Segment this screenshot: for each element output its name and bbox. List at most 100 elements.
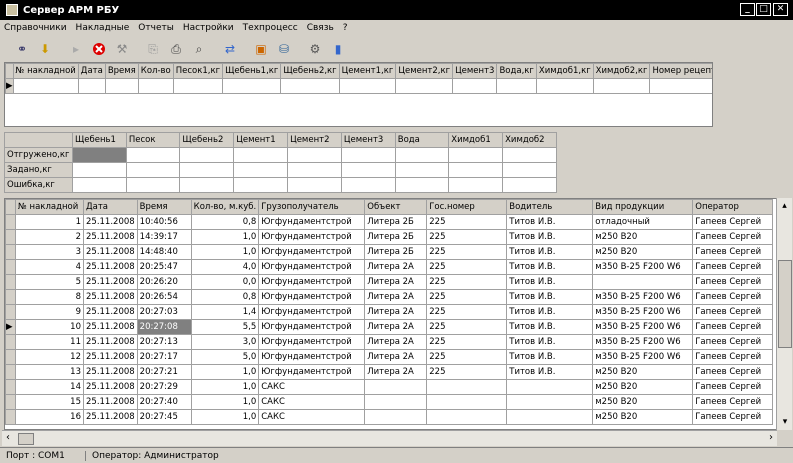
grid-cell[interactable]: Литера 2А xyxy=(364,289,428,305)
grid-cell[interactable]: Гапеев Сергей xyxy=(692,334,774,350)
grid-cell[interactable]: Югфундаментстрой xyxy=(258,364,366,380)
grid-cell[interactable] xyxy=(71,162,127,178)
grid-cell[interactable]: 10:40:56 xyxy=(136,214,192,230)
grid-cell[interactable]: Югфундаментстрой xyxy=(258,334,366,350)
grid-cell[interactable]: 20:27:21 xyxy=(136,364,192,380)
settings-icon[interactable]: ⚙ xyxy=(305,39,325,59)
grid-cell[interactable] xyxy=(426,379,508,395)
grid-cell[interactable] xyxy=(222,78,282,94)
grid-cell[interactable]: Югфундаментстрой xyxy=(258,319,366,335)
grid-cell[interactable]: САКС xyxy=(258,409,366,425)
grid-cell[interactable]: 14:48:40 xyxy=(136,244,192,260)
grid-cell[interactable]: 225 xyxy=(426,364,508,380)
grid-cell[interactable]: 20:27:08 xyxy=(136,319,192,335)
scroll-right-icon[interactable]: › xyxy=(769,432,773,443)
table-row[interactable]: 14 25.11.2008 20:27:29 1,0 САКС м250 В20 Гапее… xyxy=(5,379,774,395)
grid-cell[interactable] xyxy=(426,409,508,425)
menu-item-2[interactable]: Отчеты xyxy=(138,23,174,33)
grid-cell[interactable]: м250 В20 xyxy=(592,409,694,425)
grid-cell[interactable]: Гапеев Сергей xyxy=(692,244,774,260)
table-row[interactable]: 11 25.11.2008 20:27:13 3,0 Югфундаментстрой Л… xyxy=(5,334,774,350)
grid-cell[interactable]: м350 В-25 F200 W6 xyxy=(592,289,694,305)
grid-cell[interactable] xyxy=(340,147,396,163)
grid-cell[interactable] xyxy=(452,78,498,94)
grid-cell[interactable] xyxy=(502,177,557,193)
grid-cell[interactable]: 8 xyxy=(15,289,84,305)
menu-item-0[interactable]: Справочники xyxy=(4,23,67,33)
grid-cell[interactable] xyxy=(448,147,504,163)
grid-cell[interactable] xyxy=(364,379,428,395)
grid-cell[interactable]: Литера 2А xyxy=(364,334,428,350)
grid-cell[interactable]: 20:27:40 xyxy=(136,394,192,410)
table-row[interactable]: ▶ 10 25.11.2008 20:27:08 5,5 Югфундаментстрой… xyxy=(5,319,774,335)
grid-cell[interactable]: 20:27:03 xyxy=(136,304,192,320)
grid-cell[interactable]: 25.11.2008 xyxy=(83,289,138,305)
grid-cell[interactable]: Литера 2А xyxy=(364,259,428,275)
scroll-down-icon[interactable]: ▾ xyxy=(777,414,793,430)
grid-cell[interactable]: 225 xyxy=(426,244,508,260)
grid-cell[interactable]: 25.11.2008 xyxy=(83,394,138,410)
grid-cell[interactable]: 25.11.2008 xyxy=(83,319,138,335)
grid-cell[interactable]: 25.11.2008 xyxy=(83,409,138,425)
grid-cell[interactable]: 10 xyxy=(15,319,84,335)
grid-cell[interactable]: 3,0 xyxy=(190,334,260,350)
download-icon[interactable]: ⬇ xyxy=(35,39,55,59)
grid-cell[interactable]: 14 xyxy=(15,379,84,395)
grid-cell[interactable]: 25.11.2008 xyxy=(83,334,138,350)
grid-cell[interactable]: 1,0 xyxy=(190,244,260,260)
grid-cell[interactable] xyxy=(364,409,428,425)
grid-cell[interactable]: Литера 2А xyxy=(364,364,428,380)
grid-cell[interactable]: Гапеев Сергей xyxy=(692,364,774,380)
grid-cell[interactable]: Литера 2А xyxy=(364,304,428,320)
grid-cell[interactable] xyxy=(172,78,224,94)
scroll-up-icon[interactable]: ▴ xyxy=(777,198,792,214)
table-row[interactable]: 4 25.11.2008 20:25:47 4,0 Югфундаментстрой Ли… xyxy=(5,259,774,275)
grid-cell[interactable] xyxy=(125,147,181,163)
grid-cell[interactable]: Титов И.В. xyxy=(506,244,594,260)
grid-cell[interactable] xyxy=(287,177,342,193)
grid-cell[interactable] xyxy=(179,162,235,178)
grid-cell[interactable]: Гапеев Сергей xyxy=(692,259,774,275)
grid-cell[interactable] xyxy=(233,147,289,163)
grid-cell[interactable] xyxy=(340,162,396,178)
grid-cell[interactable]: Литера 2А xyxy=(364,274,428,290)
grid-cell[interactable]: 1,0 xyxy=(190,409,260,425)
table-row[interactable]: 8 25.11.2008 20:26:54 0,8 Югфундаментстрой Ли… xyxy=(5,289,774,305)
grid-cell[interactable]: Титов И.В. xyxy=(506,229,594,245)
grid-cell[interactable]: 16 xyxy=(15,409,84,425)
grid-cell[interactable]: Югфундаментстрой xyxy=(258,289,366,305)
grid-cell[interactable]: 3 xyxy=(15,244,84,260)
scroll-left-icon[interactable]: ‹ xyxy=(6,432,10,443)
grid-cell[interactable]: 25.11.2008 xyxy=(83,244,138,260)
table-row[interactable]: 16 25.11.2008 20:27:45 1,0 САКС м250 В20 Гапее… xyxy=(5,409,774,425)
grid-cell[interactable]: 20:25:47 xyxy=(136,259,192,275)
grid-cell[interactable] xyxy=(426,394,508,410)
grid-cell[interactable]: 20:26:54 xyxy=(136,289,192,305)
menu-item-5[interactable]: Связь xyxy=(307,23,334,33)
table-row[interactable]: 2 25.11.2008 14:39:17 1,0 Югфундаментстрой Ли… xyxy=(5,229,774,245)
grid-cell[interactable]: Югфундаментстрой xyxy=(258,274,366,290)
table-row[interactable]: 13 25.11.2008 20:27:21 1,0 Югфундаментстрой Л… xyxy=(5,364,774,380)
grid-cell[interactable]: 11 xyxy=(15,334,84,350)
grid-cell[interactable] xyxy=(233,162,289,178)
grid-cell[interactable] xyxy=(502,147,557,163)
menu-item-3[interactable]: Настройки xyxy=(183,23,234,33)
grid-cell[interactable]: Югфундаментстрой xyxy=(258,349,366,365)
grid-cell[interactable]: 14:39:17 xyxy=(136,229,192,245)
grid-cell[interactable] xyxy=(280,78,340,94)
grid-cell[interactable]: Гапеев Сергей xyxy=(692,304,774,320)
grid-cell[interactable]: 0,0 xyxy=(190,274,260,290)
grid-cell[interactable] xyxy=(125,177,181,193)
grid-cell[interactable]: 25.11.2008 xyxy=(83,229,138,245)
invoices-grid[interactable]: № накладной Дата Время Кол-во, м.куб. Грузоп… xyxy=(4,198,777,430)
grid-cell[interactable] xyxy=(287,162,342,178)
grid-cell[interactable]: 25.11.2008 xyxy=(83,304,138,320)
grid-cell[interactable]: 5 xyxy=(15,274,84,290)
grid-cell[interactable] xyxy=(338,78,397,94)
grid-cell[interactable] xyxy=(592,78,651,94)
grid-cell[interactable]: 25.11.2008 xyxy=(83,274,138,290)
grid-cell[interactable] xyxy=(448,162,504,178)
grid-cell[interactable]: Титов И.В. xyxy=(506,304,594,320)
grid-cell[interactable]: 4,0 xyxy=(190,259,260,275)
grid-cell[interactable]: Гапеев Сергей xyxy=(692,379,774,395)
